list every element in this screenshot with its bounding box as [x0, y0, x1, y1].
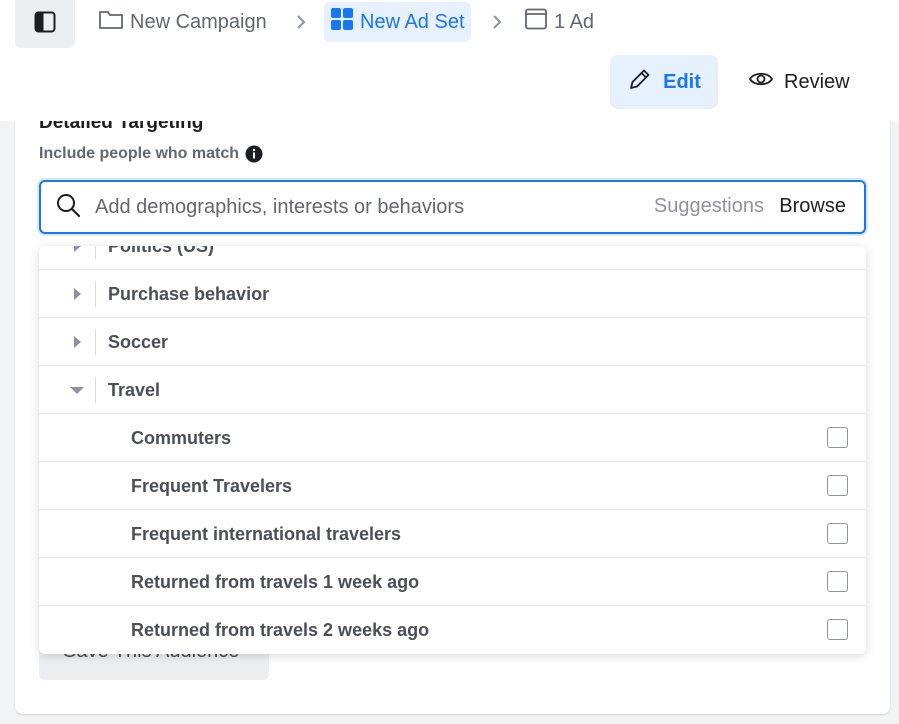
- sidebar-toggle-button[interactable]: [15, 0, 75, 48]
- top-bar: New Campaign New Ad Set 1 Ad Edit Review: [0, 0, 899, 121]
- breadcrumb-ad[interactable]: 1 Ad: [524, 2, 594, 42]
- browse-dropdown: Politics (US) Purchase behavior Soccer T…: [39, 246, 866, 654]
- category-row-travel[interactable]: Travel: [39, 366, 866, 414]
- grid-icon: [330, 7, 354, 37]
- list-item-returned-2-weeks[interactable]: Returned from travels 2 weeks ago: [39, 606, 866, 654]
- review-button-label: Review: [784, 70, 850, 93]
- ad-frame-icon: [524, 8, 548, 36]
- edit-button-label: Edit: [663, 70, 701, 93]
- sidebar-toggle-icon: [34, 11, 56, 38]
- include-people-text: Include people who match: [39, 145, 240, 162]
- targeting-search-input[interactable]: [95, 195, 625, 219]
- list-item-frequent-travelers[interactable]: Frequent Travelers: [39, 462, 866, 510]
- info-icon[interactable]: [245, 145, 263, 163]
- category-row-soccer[interactable]: Soccer: [39, 318, 866, 366]
- include-people-label: Include people who match: [39, 145, 263, 163]
- folder-icon: [98, 8, 124, 36]
- review-button[interactable]: Review: [744, 55, 854, 109]
- chevron-right-icon: [294, 12, 308, 32]
- breadcrumb-adset-label: New Ad Set: [360, 10, 465, 33]
- breadcrumb-campaign[interactable]: New Campaign: [98, 2, 267, 42]
- breadcrumb-ad-label: 1 Ad: [554, 10, 595, 33]
- list-item-label: Returned from travels 2 weeks ago: [131, 620, 430, 640]
- checkbox[interactable]: [827, 427, 848, 448]
- pencil-icon: [627, 66, 653, 98]
- browse-tab[interactable]: Browse: [779, 195, 846, 218]
- caret-down-icon[interactable]: [69, 366, 85, 414]
- category-row-purchase-behavior[interactable]: Purchase behavior: [39, 270, 866, 318]
- caret-right-icon[interactable]: [69, 318, 85, 366]
- list-item-label: Frequent international travelers: [131, 524, 402, 544]
- category-label: Soccer: [108, 332, 169, 352]
- search-icon: [55, 192, 81, 223]
- edit-button[interactable]: Edit: [610, 55, 718, 109]
- list-item-label: Commuters: [131, 428, 232, 448]
- caret-right-icon[interactable]: [69, 246, 85, 270]
- targeting-search-box[interactable]: Suggestions Browse: [39, 180, 866, 234]
- category-label: Politics (US): [108, 246, 215, 256]
- breadcrumb-adset[interactable]: New Ad Set: [324, 2, 471, 42]
- chevron-right-icon: [490, 12, 504, 32]
- checkbox[interactable]: [827, 619, 848, 640]
- eye-icon: [748, 69, 774, 95]
- category-label: Purchase behavior: [108, 284, 270, 304]
- suggestions-tab[interactable]: Suggestions: [654, 195, 764, 218]
- category-row-politics[interactable]: Politics (US): [39, 246, 866, 270]
- category-label: Travel: [108, 380, 161, 400]
- checkbox[interactable]: [827, 475, 848, 496]
- checkbox[interactable]: [827, 523, 848, 544]
- checkbox[interactable]: [827, 571, 848, 592]
- list-item-label: Frequent Travelers: [131, 476, 293, 496]
- list-item-commuters[interactable]: Commuters: [39, 414, 866, 462]
- list-item-label: Returned from travels 1 week ago: [131, 572, 420, 592]
- list-item-frequent-international-travelers[interactable]: Frequent international travelers: [39, 510, 866, 558]
- caret-right-icon[interactable]: [69, 270, 85, 318]
- list-item-returned-1-week[interactable]: Returned from travels 1 week ago: [39, 558, 866, 606]
- breadcrumb-campaign-label: New Campaign: [130, 10, 267, 33]
